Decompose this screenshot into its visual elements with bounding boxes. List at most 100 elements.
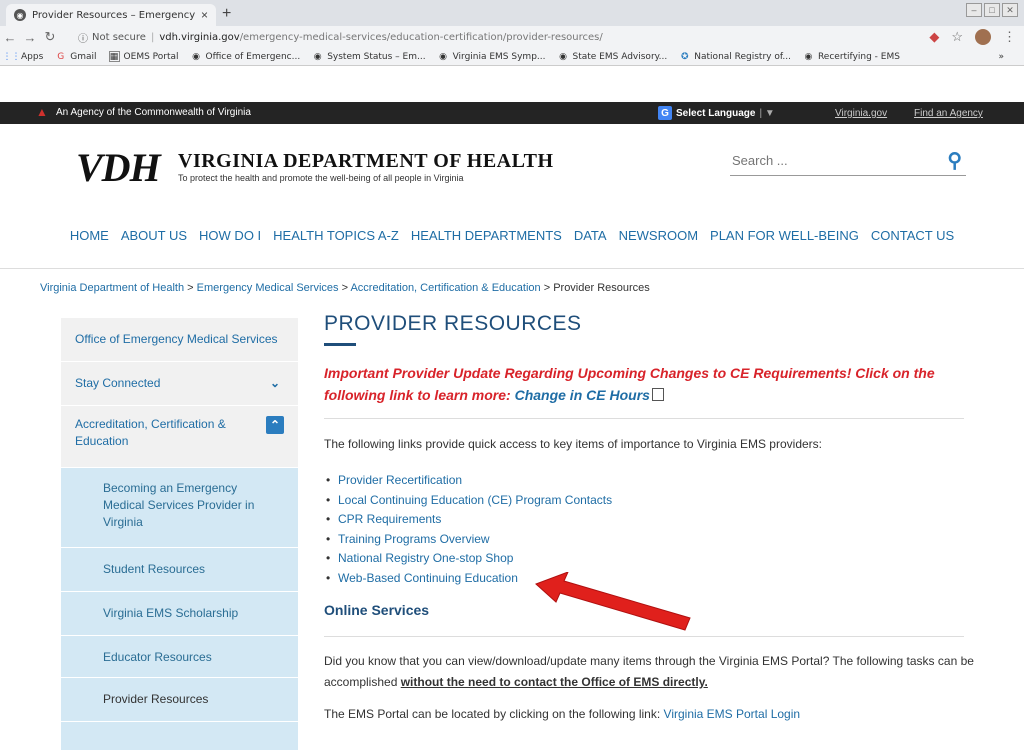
bookmark-national-registry[interactable]: ✪ National Registry of... — [679, 51, 791, 62]
url-domain: vdh.virginia.gov — [159, 31, 240, 43]
info-icon[interactable]: ⓘ — [78, 30, 88, 45]
bookmark-ems-symposium[interactable]: ◉ Virginia EMS Symp... — [438, 51, 545, 62]
bookmark-office[interactable]: ◉ Office of Emergenc... — [191, 51, 300, 62]
national-registry-link[interactable]: National Registry One-stop Shop — [338, 551, 513, 565]
sidebar-item-more — [61, 722, 298, 751]
local-ce-contacts-link[interactable]: Local Continuing Education (CE) Program … — [338, 493, 612, 507]
registry-icon: ✪ — [681, 51, 689, 62]
back-icon[interactable]: ← — [0, 30, 20, 45]
browser-tab[interactable]: ◉ Provider Resources – Emergency × — [6, 4, 216, 26]
provider-links-list: Provider Recertification Local Continuin… — [324, 471, 974, 588]
star-icon[interactable]: ☆ — [951, 29, 963, 45]
restore-icon[interactable]: □ — [984, 3, 1000, 17]
find-agency-link[interactable]: Find an Agency — [914, 108, 983, 119]
reload-icon[interactable]: ↻ — [40, 29, 60, 45]
site-title[interactable]: VIRGINIA DEPARTMENT OF HEALTH — [178, 150, 554, 173]
sidebar-item-provider-resources[interactable]: Provider Resources — [61, 678, 298, 722]
nav-health-departments[interactable]: HEALTH DEPARTMENTS — [411, 228, 562, 252]
address-bar[interactable]: ⓘ Not secure | vdh.virginia.gov /emergen… — [78, 27, 936, 47]
sidebar-item-educator-resources[interactable]: Educator Resources — [61, 636, 298, 678]
close-window-icon[interactable]: ✕ — [1002, 3, 1018, 17]
extension-icon[interactable]: ◆ — [929, 29, 939, 45]
window-controls: – □ ✕ — [966, 3, 1018, 17]
nav-contact-us[interactable]: CONTACT US — [871, 228, 954, 252]
list-item: Provider Recertification — [324, 471, 974, 491]
bookmark-system-status[interactable]: ◉ System Status – Em... — [312, 51, 426, 62]
gmail-icon: G — [57, 51, 65, 62]
sidebar-item-accreditation[interactable]: Accreditation, Certification & Education… — [61, 406, 298, 468]
globe-icon: ◉ — [192, 51, 200, 62]
provider-recertification-link[interactable]: Provider Recertification — [338, 473, 462, 487]
nav-how-do-i[interactable]: HOW DO I — [199, 228, 261, 252]
search-icon[interactable]: ⚲ — [947, 148, 962, 173]
change-ce-hours-link[interactable]: Change in CE Hours — [515, 387, 650, 403]
new-tab-button[interactable]: + — [222, 5, 231, 23]
forward-icon[interactable]: → — [20, 30, 40, 45]
virginia-gov-link[interactable]: Virginia.gov — [835, 108, 887, 119]
nav-health-topics[interactable]: HEALTH TOPICS A-Z — [273, 228, 399, 252]
search-input[interactable] — [730, 153, 930, 168]
training-programs-link[interactable]: Training Programs Overview — [338, 532, 490, 546]
nav-newsroom[interactable]: NEWSROOM — [619, 228, 698, 252]
sidebar-item-becoming-provider[interactable]: Becoming an Emergency Medical Services P… — [61, 468, 298, 548]
agency-name: An Agency of the Commonwealth of Virgini… — [56, 107, 251, 118]
sidebar-item-ems-scholarship[interactable]: Virginia EMS Scholarship — [61, 592, 298, 636]
sidebar-item-oems[interactable]: Office of Emergency Medical Services — [61, 318, 298, 362]
bookmark-apps[interactable]: ⋮⋮ Apps — [2, 51, 44, 62]
red-arrow-annotation — [535, 572, 691, 631]
language-selector[interactable]: G Select Language | ▼ — [658, 106, 775, 120]
not-secure-label: Not secure — [92, 31, 146, 43]
page-title: PROVIDER RESOURCES — [324, 312, 582, 335]
sidebar-nav: Office of Emergency Medical Services Sta… — [61, 318, 298, 751]
cardinal-icon: ▲ — [36, 105, 48, 119]
bookmarks-overflow-icon[interactable]: » — [998, 52, 1004, 62]
url-path: /emergency-medical-services/education-ce… — [239, 31, 603, 43]
main-nav: HOME ABOUT US HOW DO I HEALTH TOPICS A-Z… — [0, 228, 1024, 252]
breadcrumb-accreditation[interactable]: Accreditation, Certification & Education — [350, 282, 540, 294]
toolbar-actions: ◆ ☆ ⋮ — [929, 29, 1016, 45]
profile-avatar[interactable] — [975, 29, 991, 45]
nav-about-us[interactable]: ABOUT US — [121, 228, 187, 252]
menu-icon[interactable]: ⋮ — [1003, 29, 1016, 45]
portal-location-text: The EMS Portal can be located by clickin… — [324, 707, 801, 721]
cpr-requirements-link[interactable]: CPR Requirements — [338, 512, 441, 526]
sidebar-item-stay-connected[interactable]: Stay Connected ⌄ — [61, 362, 298, 406]
header-divider — [0, 268, 1024, 269]
bookmark-state-ems[interactable]: ◉ State EMS Advisory... — [558, 51, 667, 62]
site-tagline: To protect the health and promote the we… — [178, 173, 464, 183]
tab-title: Provider Resources – Emergency — [32, 9, 196, 21]
bookmark-recertifying[interactable]: ◉ Recertifying - EMS — [803, 51, 900, 62]
vdh-logo[interactable]: VDH — [76, 144, 161, 191]
ce-update-notice: Important Provider Update Regarding Upco… — [324, 365, 935, 403]
search-box: ⚲ — [730, 146, 966, 176]
minimize-icon[interactable]: – — [966, 3, 982, 17]
nav-data[interactable]: DATA — [574, 228, 607, 252]
globe-icon: ◉ — [439, 51, 447, 62]
main-content: PROVIDER RESOURCES Important Provider Up… — [324, 312, 974, 721]
nav-plan-for-well-being[interactable]: PLAN FOR WELL-BEING — [710, 228, 859, 252]
breadcrumb-current: Provider Resources — [553, 282, 650, 294]
intro-text: The following links provide quick access… — [324, 437, 822, 451]
browser-toolbar: ← → ↻ ⓘ Not secure | vdh.virginia.gov /e… — [0, 26, 1024, 48]
portal-login-link[interactable]: Virginia EMS Portal Login — [664, 707, 801, 721]
globe-icon: ◉ — [14, 9, 26, 21]
web-based-ce-link[interactable]: Web-Based Continuing Education — [338, 571, 518, 585]
chevron-up-icon[interactable]: ⌃ — [266, 416, 284, 434]
portal-icon: ▦ — [108, 51, 120, 62]
sidebar-item-student-resources[interactable]: Student Resources — [61, 548, 298, 592]
browser-tab-bar: ◉ Provider Resources – Emergency × + – □… — [0, 0, 1024, 26]
globe-icon: ◉ — [804, 51, 813, 62]
close-icon[interactable]: × — [201, 8, 208, 22]
title-underline — [324, 343, 356, 346]
chevron-down-icon[interactable]: ⌄ — [266, 376, 284, 394]
bookmark-oems-portal[interactable]: ▦ OEMS Portal — [108, 51, 179, 62]
list-item: Training Programs Overview — [324, 530, 974, 550]
portal-description: Did you know that you can view/download/… — [324, 654, 974, 689]
bookmark-gmail[interactable]: G Gmail — [55, 51, 96, 62]
divider — [324, 636, 964, 637]
breadcrumb-vdh[interactable]: Virginia Department of Health — [40, 282, 184, 294]
nav-home[interactable]: HOME — [70, 228, 109, 252]
apps-icon: ⋮⋮ — [2, 51, 21, 62]
breadcrumb-ems[interactable]: Emergency Medical Services — [197, 282, 339, 294]
agency-bar: ▲ An Agency of the Commonwealth of Virgi… — [0, 102, 1024, 124]
